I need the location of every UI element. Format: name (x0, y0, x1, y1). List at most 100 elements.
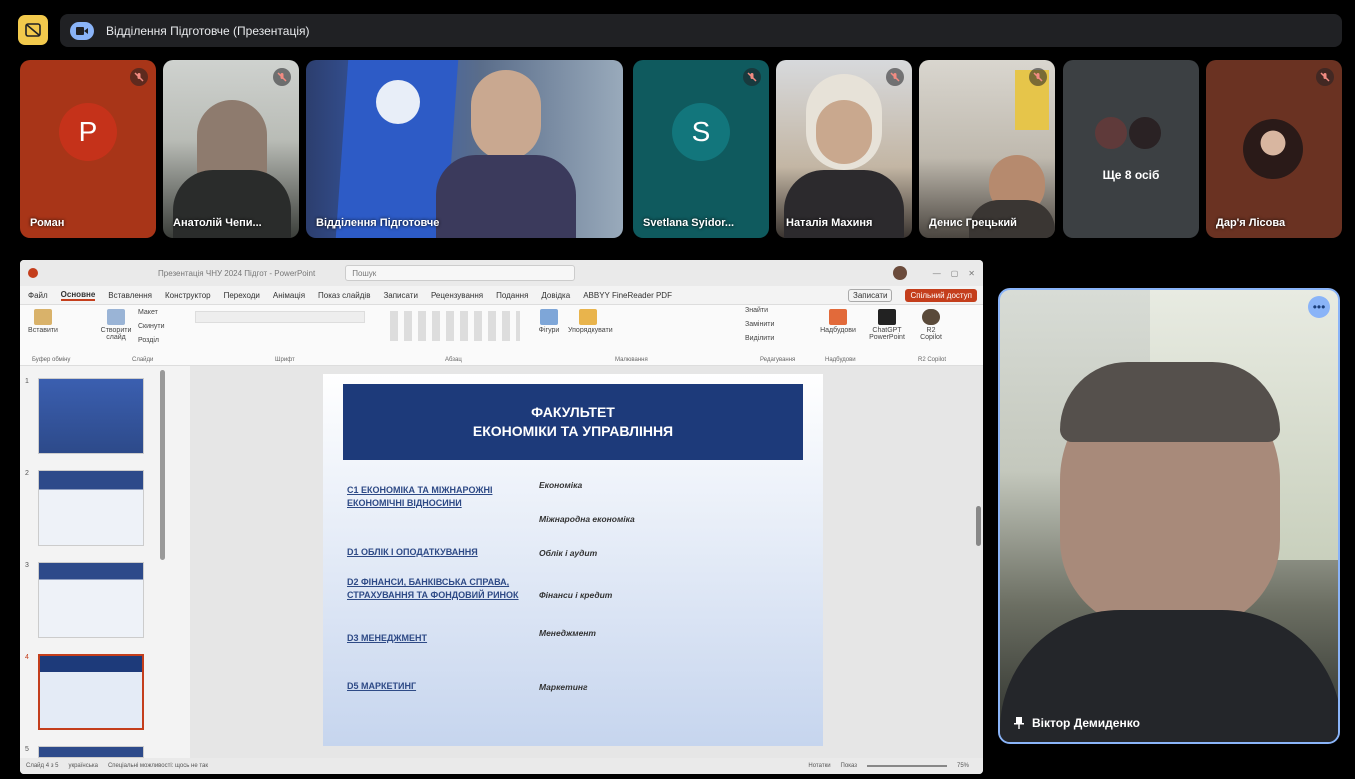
new-slide-button[interactable]: Створити слайд (100, 309, 132, 341)
maximize-icon[interactable]: ▢ (951, 269, 959, 278)
thumb-number: 3 (25, 562, 29, 569)
record-button[interactable]: Записати (847, 288, 893, 302)
menu-abbyy[interactable]: ABBYY FineReader PDF (583, 291, 672, 300)
search-label: Пошук (352, 268, 377, 278)
participant-tile[interactable]: P Роман (20, 60, 156, 238)
more-options-icon[interactable]: ••• (1308, 296, 1330, 318)
participant-tile[interactable]: Денис Грецький (919, 60, 1055, 238)
meeting-title-bar: Відділення Підготовче (Презентація) (60, 14, 1342, 47)
user-avatar[interactable] (892, 266, 907, 280)
notes-button[interactable]: Нотатки (808, 763, 830, 769)
accessibility-status[interactable]: Спеціальні можливості: щось не так (108, 763, 208, 769)
group-copilot: R2 Copilot (918, 357, 947, 363)
zoom-level[interactable]: 75% (957, 763, 969, 769)
slide-counter: Слайд 4 з 5 (26, 763, 59, 769)
powerpoint-icon (28, 268, 38, 278)
menu-help[interactable]: Довідка (541, 291, 570, 300)
thumb-number: 1 (25, 378, 29, 385)
program: Облік і аудит (539, 548, 598, 558)
thumb-number: 5 (25, 746, 29, 753)
meeting-title: Відділення Підготовче (Презентація) (106, 23, 310, 38)
section-button[interactable]: Розділ (138, 337, 159, 344)
minimize-icon[interactable]: — (933, 269, 941, 278)
group-drawing: Малювання (615, 357, 648, 363)
ppt-window-title: Презентація ЧНУ 2024 Підгот - PowerPoint (158, 268, 316, 278)
reset-button[interactable]: Скинути (138, 323, 165, 330)
menu-record[interactable]: Записати (383, 291, 418, 300)
slide-title-line2: ЕКОНОМІКИ ТА УПРАВЛІННЯ (472, 423, 674, 439)
slide-thumbnail-5[interactable] (38, 746, 144, 758)
participant-name: Роман (30, 217, 65, 229)
thumbnail-scrollbar[interactable] (160, 370, 165, 560)
participant-name: Наталія Махиня (786, 217, 873, 229)
ppt-search[interactable]: Пошук (345, 265, 576, 281)
program: Маркетинг (539, 682, 588, 692)
chatgpt-button[interactable]: ChatGPT PowerPoint (868, 309, 906, 341)
present-icon[interactable] (18, 15, 48, 45)
slide-thumbnail-2[interactable] (38, 470, 144, 546)
menu-review[interactable]: Рецензування (431, 291, 483, 300)
mic-off-icon (130, 68, 148, 86)
paragraph-controls[interactable] (390, 311, 520, 341)
layout-button[interactable]: Макет (138, 309, 158, 316)
participant-tile[interactable]: Анатолій Чепи... (163, 60, 299, 238)
participant-tile[interactable]: Наталія Махиня (776, 60, 912, 238)
participant-tile[interactable]: S Svetlana Syidor... (633, 60, 769, 238)
menu-view[interactable]: Подання (496, 291, 528, 300)
specialty-d1: D1 ОБЛІК І ОПОДАТКУВАННЯ (347, 547, 478, 557)
menu-file[interactable]: Файл (28, 291, 48, 300)
program: Фінанси і кредит (539, 590, 613, 600)
active-speaker-tile[interactable]: ••• Віктор Демиденко (998, 288, 1340, 744)
replace-button[interactable]: Замінити (745, 321, 774, 328)
more-participants-tile[interactable]: Ще 8 осіб (1063, 60, 1199, 238)
menu-transitions[interactable]: Переходи (224, 291, 260, 300)
addins-button[interactable]: Надбудови (818, 309, 858, 334)
find-button[interactable]: Знайти (745, 307, 768, 314)
group-addins: Надбудови (825, 357, 856, 363)
more-participants-label: Ще 8 осіб (1102, 168, 1160, 182)
group-editing: Редагування (760, 357, 796, 363)
shared-screen-powerpoint[interactable]: Презентація ЧНУ 2024 Підгот - PowerPoint… (20, 260, 983, 774)
menu-animations[interactable]: Анімація (273, 291, 305, 300)
mic-off-icon (743, 68, 761, 86)
paste-button[interactable]: Вставити (28, 309, 58, 334)
ppt-title-bar: Презентація ЧНУ 2024 Підгот - PowerPoint… (20, 260, 983, 286)
slide-thumbnail-1[interactable] (38, 378, 144, 454)
program: Менеджмент (539, 628, 596, 638)
share-button[interactable]: Спільний доступ (905, 288, 977, 302)
select-button[interactable]: Виділити (745, 335, 774, 342)
display-button[interactable]: Показ (841, 763, 857, 769)
shapes-button[interactable]: Фігури (535, 309, 563, 334)
zoom-slider[interactable] (866, 765, 947, 767)
participant-name: Відділення Підготовче (316, 217, 440, 229)
ppt-status-bar: Слайд 4 з 5 українська Спеціальні можлив… (20, 758, 983, 774)
arrange-button[interactable]: Упорядкувати (568, 309, 613, 334)
slide-header: ФАКУЛЬТЕТ ЕКОНОМІКИ ТА УПРАВЛІННЯ (343, 384, 803, 460)
slide-canvas[interactable]: ФАКУЛЬТЕТ ЕКОНОМІКИ ТА УПРАВЛІННЯ С1 ЕКО… (190, 366, 983, 758)
language[interactable]: українська (68, 763, 98, 769)
canvas-scrollbar[interactable] (976, 506, 981, 546)
font-controls[interactable] (195, 311, 365, 323)
participant-tile[interactable]: Дар'я Лісова (1206, 60, 1342, 238)
thumb-number: 2 (25, 470, 29, 477)
mic-off-icon (1316, 68, 1334, 86)
copilot-button[interactable]: R2 Copilot (916, 309, 946, 341)
slide-thumbnail-3[interactable] (38, 562, 144, 638)
slide-thumbnail-4[interactable] (38, 654, 144, 730)
menu-design[interactable]: Конструктор (165, 291, 211, 300)
current-slide[interactable]: ФАКУЛЬТЕТ ЕКОНОМІКИ ТА УПРАВЛІННЯ С1 ЕКО… (323, 374, 823, 746)
specialty-d5: D5 МАРКЕТИНГ (347, 681, 417, 691)
mic-off-icon (886, 68, 904, 86)
participant-name: Дар'я Лісова (1216, 217, 1286, 229)
slide-title-line1: ФАКУЛЬТЕТ (531, 404, 615, 420)
speaker-hair (1060, 362, 1280, 442)
menu-slideshow[interactable]: Показ слайдів (318, 291, 370, 300)
menu-insert[interactable]: Вставлення (108, 291, 152, 300)
mic-off-icon (273, 68, 291, 86)
close-icon[interactable]: ✕ (968, 269, 975, 278)
menu-home[interactable]: Основне (60, 290, 96, 301)
avatar (1127, 115, 1163, 151)
pin-icon[interactable] (1014, 717, 1024, 729)
participant-name: Анатолій Чепи... (173, 217, 262, 229)
participant-tile[interactable]: Відділення Підготовче (306, 60, 623, 238)
